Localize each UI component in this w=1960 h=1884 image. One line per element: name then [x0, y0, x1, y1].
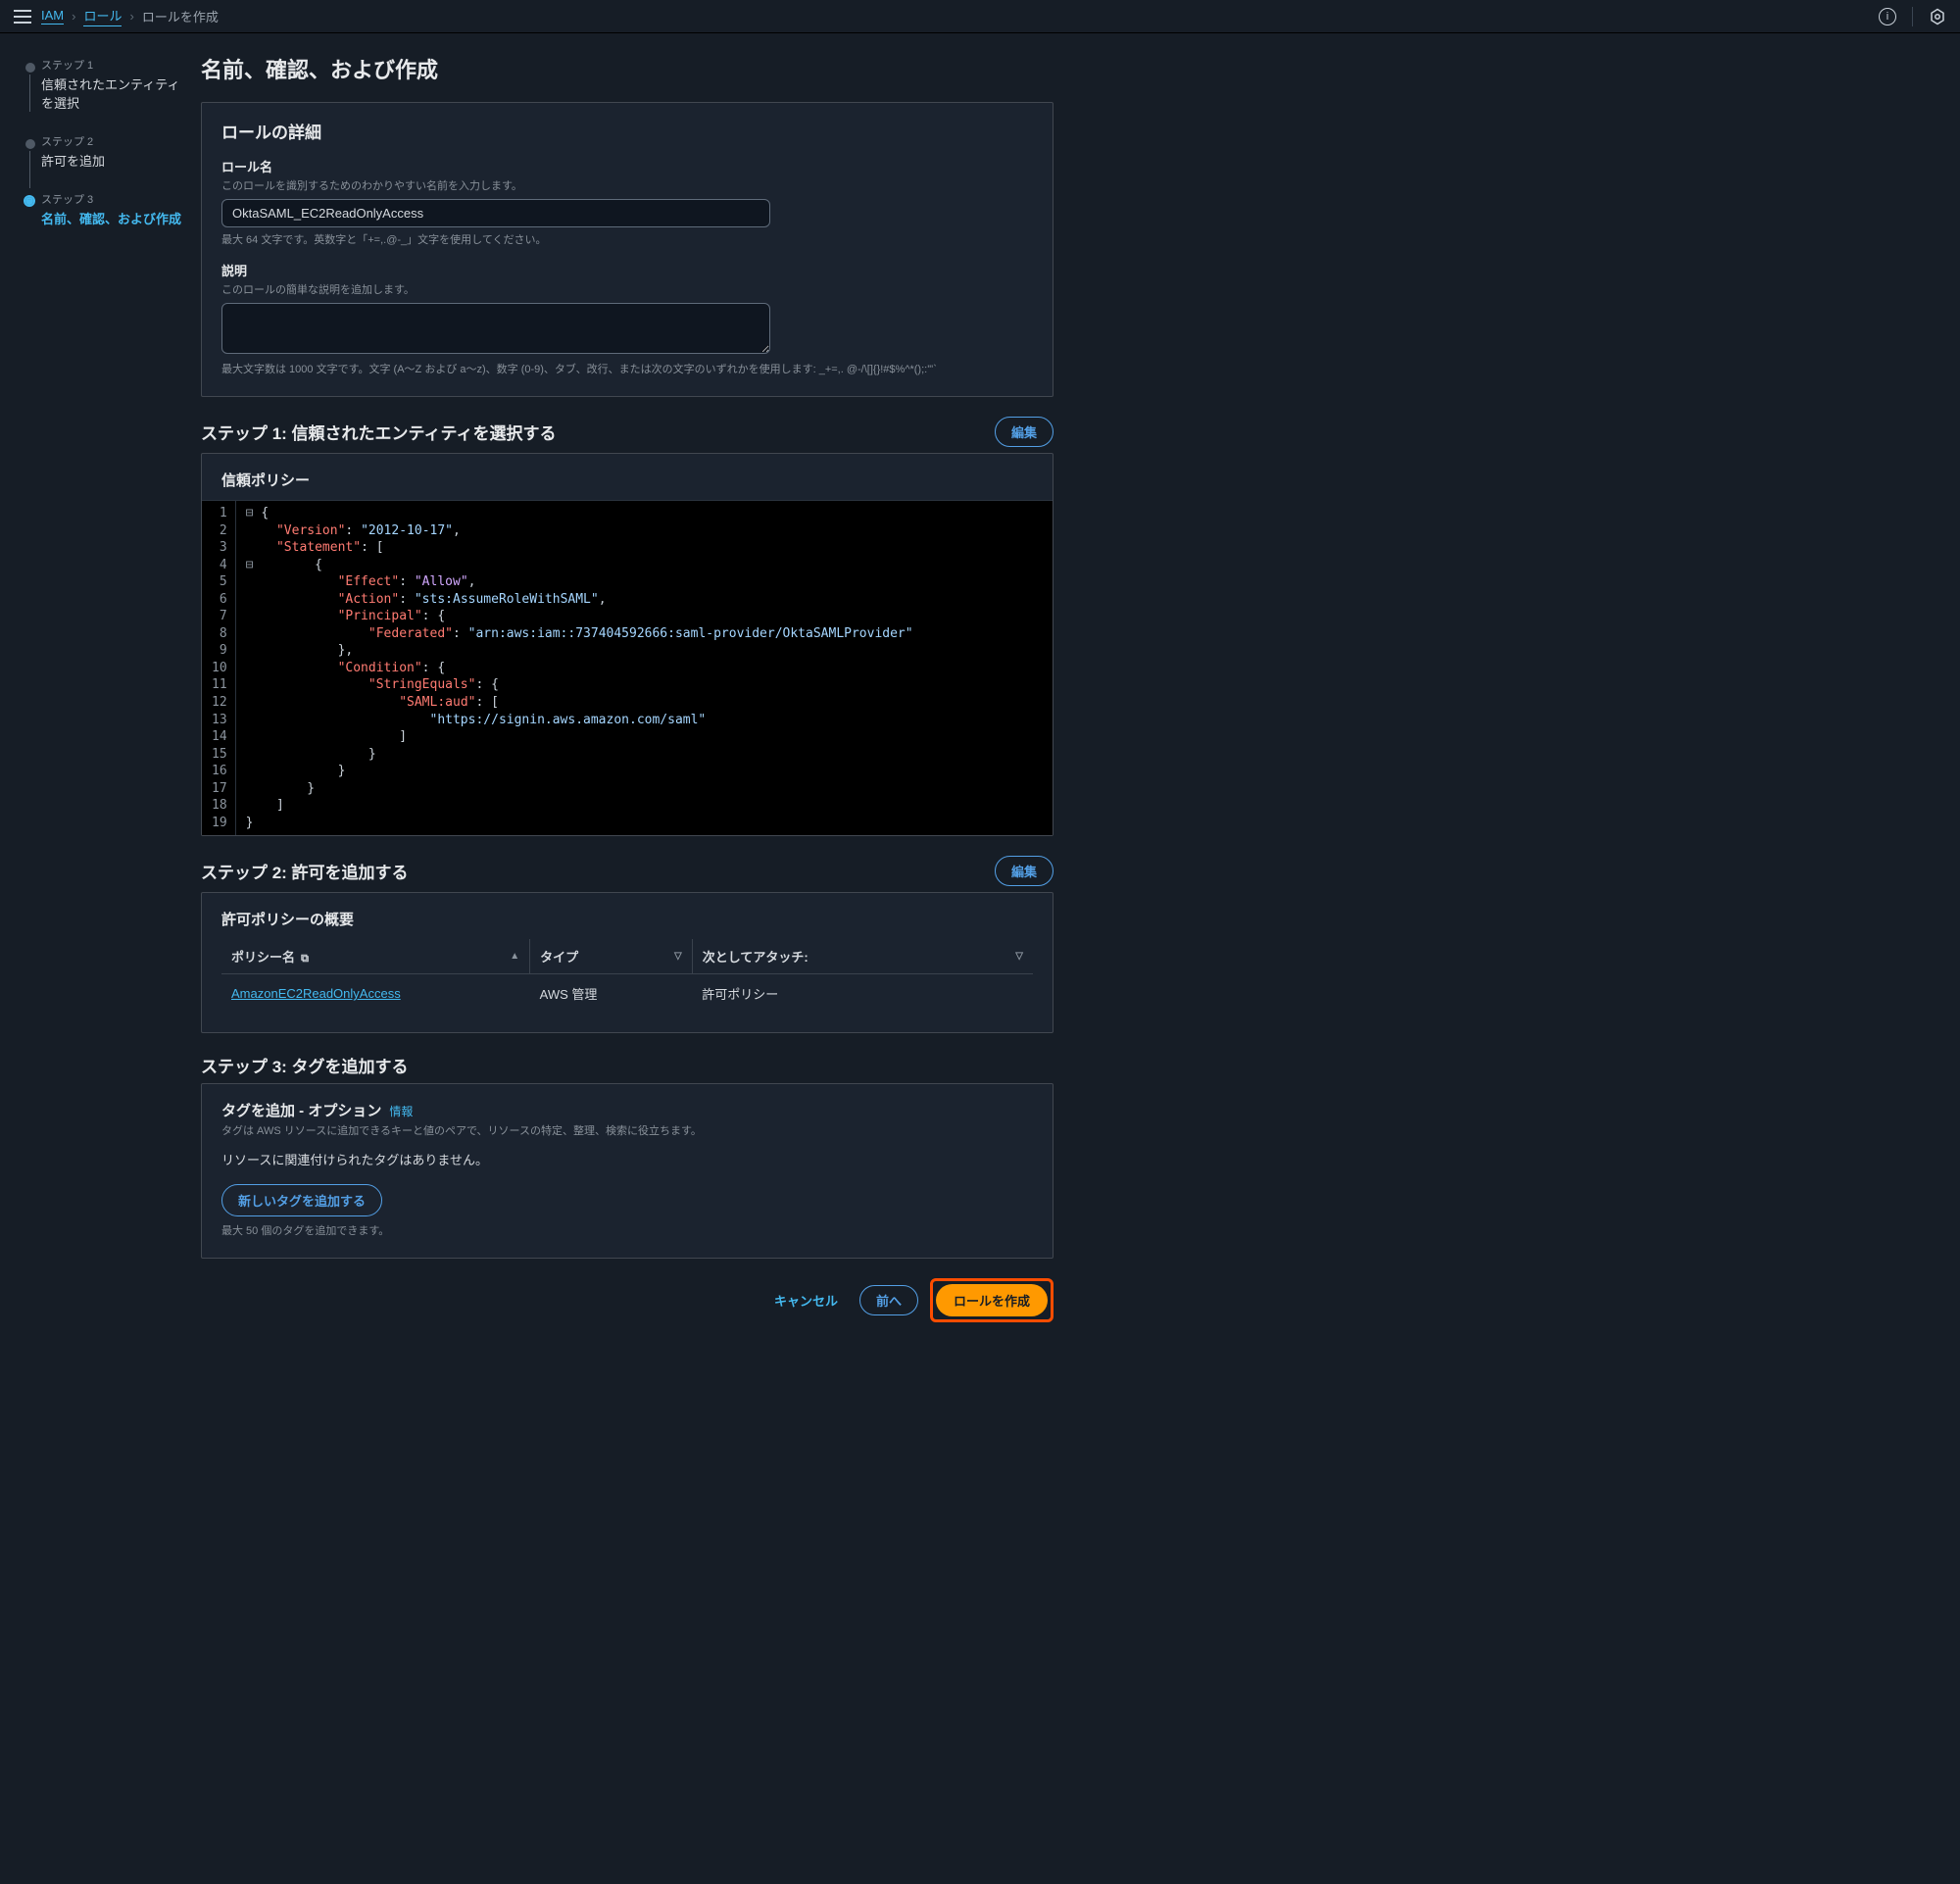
- breadcrumb-current: ロールを作成: [142, 7, 219, 25]
- help-icon[interactable]: i: [1879, 8, 1896, 25]
- col-attach-as[interactable]: 次としてアタッチ:: [703, 947, 808, 966]
- footer-actions: キャンセル 前へ ロールを作成: [201, 1278, 1054, 1322]
- sort-icon[interactable]: ▽: [674, 951, 682, 962]
- chevron-right-icon: ›: [129, 9, 133, 24]
- policy-link[interactable]: AmazonEC2ReadOnlyAccess: [231, 986, 401, 1001]
- tags-title: タグを追加 - オプション: [221, 1100, 381, 1120]
- description-label: 説明: [221, 261, 1033, 279]
- tags-hint: タグは AWS リソースに追加できるキーと値のペアで、リソースの特定、整理、検索…: [221, 1122, 1033, 1138]
- policy-attach-as: 許可ポリシー: [692, 974, 1033, 1014]
- edit-step2-button[interactable]: 編集: [995, 856, 1054, 886]
- permissions-panel: 許可ポリシーの概要 ポリシー名 ⧉ ▲: [201, 892, 1054, 1033]
- step-num: ステップ 1: [41, 57, 181, 73]
- role-name-label: ロール名: [221, 157, 1033, 175]
- role-name-help: 最大 64 文字です。英数字と「+=,.@-_」文字を使用してください。: [221, 231, 1033, 247]
- step-1[interactable]: ステップ 1 信頼されたエンティティを選択: [20, 57, 181, 112]
- col-policy-name[interactable]: ポリシー名: [231, 950, 295, 965]
- role-name-input[interactable]: [221, 199, 770, 227]
- previous-button[interactable]: 前へ: [859, 1285, 918, 1315]
- page-title: 名前、確認、および作成: [201, 53, 1054, 84]
- no-tags-message: リソースに関連付けられたタグはありません。: [221, 1150, 1033, 1168]
- role-name-hint: このロールを識別するためのわかりやすい名前を入力します。: [221, 177, 1033, 193]
- trust-policy-panel: 信頼ポリシー 12345678910111213141516171819 ⊟ {…: [201, 453, 1054, 836]
- tags-limit: 最大 50 個のタグを追加できます。: [221, 1222, 1033, 1238]
- table-row: AmazonEC2ReadOnlyAccess AWS 管理 許可ポリシー: [221, 974, 1033, 1014]
- role-details-panel: ロールの詳細 ロール名 このロールを識別するためのわかりやすい名前を入力します。…: [201, 102, 1054, 397]
- sort-icon[interactable]: ▲: [510, 951, 519, 962]
- step-title: 名前、確認、および作成: [41, 209, 181, 227]
- col-type[interactable]: タイプ: [540, 947, 578, 966]
- panel-title: ロールの詳細: [221, 119, 1033, 143]
- permissions-title: 許可ポリシーの概要: [221, 909, 1033, 929]
- step-2[interactable]: ステップ 2 許可を追加: [20, 133, 181, 170]
- breadcrumb-roles[interactable]: ロール: [83, 6, 122, 26]
- menu-icon[interactable]: [14, 10, 31, 24]
- description-help: 最大文字数は 1000 文字です。文字 (A～Z および a～z)、数字 (0-…: [221, 361, 1033, 376]
- description-input[interactable]: [221, 303, 770, 354]
- step-3[interactable]: ステップ 3 名前、確認、および作成: [20, 191, 181, 227]
- step-title: 許可を追加: [41, 151, 181, 170]
- step-num: ステップ 2: [41, 133, 181, 149]
- edit-step1-button[interactable]: 編集: [995, 417, 1054, 447]
- permissions-table: ポリシー名 ⧉ ▲ タイプ ▽: [221, 939, 1033, 1013]
- chevron-right-icon: ›: [72, 9, 75, 24]
- step-num: ステップ 3: [41, 191, 181, 207]
- step1-heading: ステップ 1: 信頼されたエンティティを選択する: [201, 420, 557, 444]
- divider: [1912, 7, 1913, 26]
- external-link-icon: ⧉: [298, 953, 309, 965]
- policy-type: AWS 管理: [530, 974, 693, 1014]
- line-gutter: 12345678910111213141516171819: [202, 501, 236, 835]
- wizard-steps: ステップ 1 信頼されたエンティティを選択 ステップ 2 許可を追加 ステップ …: [0, 33, 191, 1882]
- top-bar: IAM › ロール › ロールを作成 i: [0, 0, 1960, 33]
- breadcrumb: IAM › ロール › ロールを作成: [41, 6, 219, 26]
- add-tag-button[interactable]: 新しいタグを追加する: [221, 1184, 382, 1216]
- step2-heading: ステップ 2: 許可を追加する: [201, 859, 409, 883]
- settings-icon[interactable]: [1929, 8, 1946, 25]
- tags-panel: タグを追加 - オプション 情報 タグは AWS リソースに追加できるキーと値の…: [201, 1083, 1054, 1259]
- create-role-button[interactable]: ロールを作成: [936, 1284, 1048, 1316]
- description-hint: このロールの簡単な説明を追加します。: [221, 281, 1033, 297]
- step-title: 信頼されたエンティティを選択: [41, 74, 181, 112]
- create-role-highlight: ロールを作成: [930, 1278, 1054, 1322]
- sort-icon[interactable]: ▽: [1015, 951, 1023, 962]
- breadcrumb-iam[interactable]: IAM: [41, 8, 64, 25]
- cancel-button[interactable]: キャンセル: [764, 1285, 848, 1315]
- trust-policy-code[interactable]: 12345678910111213141516171819 ⊟ { "Versi…: [202, 500, 1053, 835]
- tags-info-link[interactable]: 情報: [389, 1103, 413, 1119]
- code-content: ⊟ { "Version": "2012-10-17", "Statement"…: [236, 501, 923, 835]
- trust-policy-title: 信頼ポリシー: [221, 470, 1033, 490]
- step3-heading: ステップ 3: タグを追加する: [201, 1053, 409, 1077]
